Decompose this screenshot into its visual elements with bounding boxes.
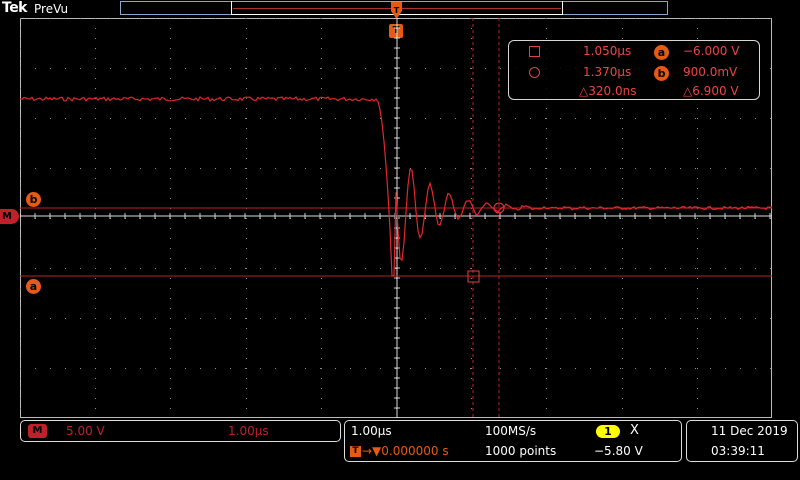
bottom-status-bar: M 5.00 V 1.00µs 1.00µs 100MS/s T →▼0.000…: [0, 418, 800, 480]
cursor-b-voltage: 900.0mV: [683, 65, 738, 79]
sample-rate: 100MS/s: [485, 424, 537, 438]
cursor-delta-voltage: △6.900 V: [683, 84, 739, 98]
cursor-b-readout-badge: b: [654, 66, 669, 81]
horizontal-time-div: 1.00µs: [351, 424, 392, 438]
circle-cursor-icon: [529, 67, 540, 78]
horizontal-trigger-box[interactable]: 1.00µs 100MS/s T →▼0.000000 s 1000 point…: [344, 420, 682, 462]
trigger-level: −5.80 V: [594, 444, 643, 458]
cursor-1-time: 1.050µs: [583, 44, 632, 58]
brand-logo: Tek: [2, 0, 28, 16]
cursor-a-voltage: −6.000 V: [683, 44, 740, 58]
cursor-b-badge[interactable]: b: [26, 192, 41, 207]
cursor-2-time: 1.370µs: [583, 65, 632, 79]
svg-text:T: T: [394, 6, 400, 15]
date-display: 11 Dec 2019: [711, 424, 788, 438]
record-length: 1000 points: [485, 444, 557, 458]
math-volts-div: 5.00 V: [66, 424, 105, 438]
trigger-position-value: →▼0.000000 s: [362, 444, 449, 458]
cursor-readout-panel: 1.050µs 1.370µs △320.0ns a b −6.000 V 90…: [508, 40, 760, 100]
math-channel-box[interactable]: M 5.00 V 1.00µs: [20, 420, 341, 442]
trigger-position-icon: T: [350, 446, 361, 457]
square-cursor-icon: [529, 46, 540, 57]
math-time-div: 1.00µs: [228, 424, 269, 438]
trigger-slope-icon: X: [630, 423, 639, 438]
acquisition-status: PreVu: [34, 2, 69, 16]
cursor-a-badge[interactable]: a: [26, 279, 41, 294]
cursor-a-readout-badge: a: [654, 45, 669, 60]
cursor-delta-time: △320.0ns: [579, 84, 637, 98]
time-display: 03:39:11: [711, 444, 765, 458]
waveform-trace: [20, 96, 772, 277]
trigger-source-channel: 1: [596, 425, 620, 438]
math-channel-label: M: [28, 424, 47, 438]
datetime-box: 11 Dec 2019 03:39:11: [686, 420, 798, 462]
math-ref-marker[interactable]: M: [0, 209, 19, 224]
